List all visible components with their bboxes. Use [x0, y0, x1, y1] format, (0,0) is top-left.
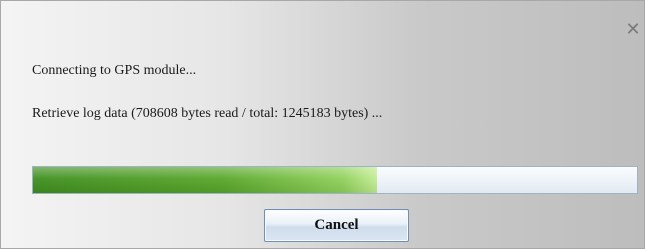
- cancel-button[interactable]: Cancel: [264, 209, 409, 242]
- connecting-status-text: Connecting to GPS module...: [32, 63, 197, 78]
- close-icon[interactable]: ✕: [624, 21, 642, 39]
- retrieve-status-text: Retrieve log data (708608 bytes read / t…: [32, 106, 383, 121]
- progress-bar: [32, 166, 638, 194]
- gps-progress-dialog: ✕ Connecting to GPS module... Retrieve l…: [0, 0, 645, 249]
- progress-bar-fill: [33, 167, 377, 193]
